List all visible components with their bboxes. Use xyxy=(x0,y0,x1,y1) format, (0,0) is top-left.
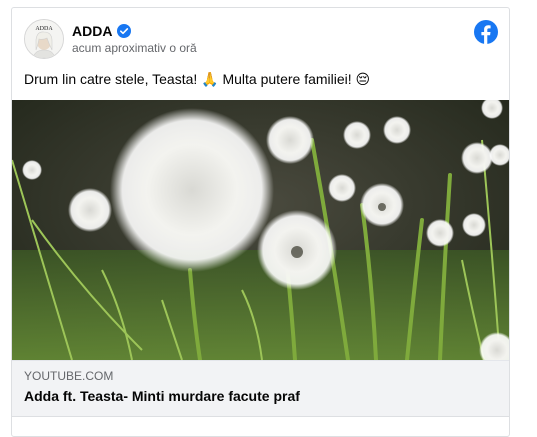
pensive-face-emoji: 😔 xyxy=(355,72,371,88)
link-domain: YOUTUBE.COM xyxy=(24,369,114,383)
author-avatar[interactable]: ADDA xyxy=(24,19,64,59)
link-preview-image[interactable] xyxy=(12,100,509,360)
post-message-after: Multa putere familiei! xyxy=(222,71,352,87)
facebook-logo-icon[interactable] xyxy=(474,20,498,44)
verified-badge-icon xyxy=(117,24,132,38)
author-row: ADDA xyxy=(72,22,132,40)
link-preview-meta[interactable]: YOUTUBE.COM Adda ft. Teasta- Minti murda… xyxy=(12,360,509,416)
dandelion-photo xyxy=(12,100,509,360)
avatar-logo-text: ADDA xyxy=(35,26,53,32)
author-name[interactable]: ADDA xyxy=(72,23,112,39)
link-title[interactable]: Adda ft. Teasta- Minti murdare facute pr… xyxy=(24,388,300,404)
post-timestamp[interactable]: acum aproximativ o oră xyxy=(72,41,197,55)
embedded-post-card: ADDA ADDA acum aproximativ o oră Drum li… xyxy=(11,7,510,437)
footer-divider xyxy=(12,416,509,417)
praying-hands-emoji: 🙏 xyxy=(201,72,219,88)
post-message: Drum lin catre stele, Teasta! 🙏 Multa pu… xyxy=(24,71,370,88)
post-message-main: Drum lin catre stele, Teasta! xyxy=(24,71,198,87)
post-header: ADDA ADDA acum aproximativ o oră xyxy=(12,8,509,68)
avatar-image: ADDA xyxy=(25,20,63,58)
